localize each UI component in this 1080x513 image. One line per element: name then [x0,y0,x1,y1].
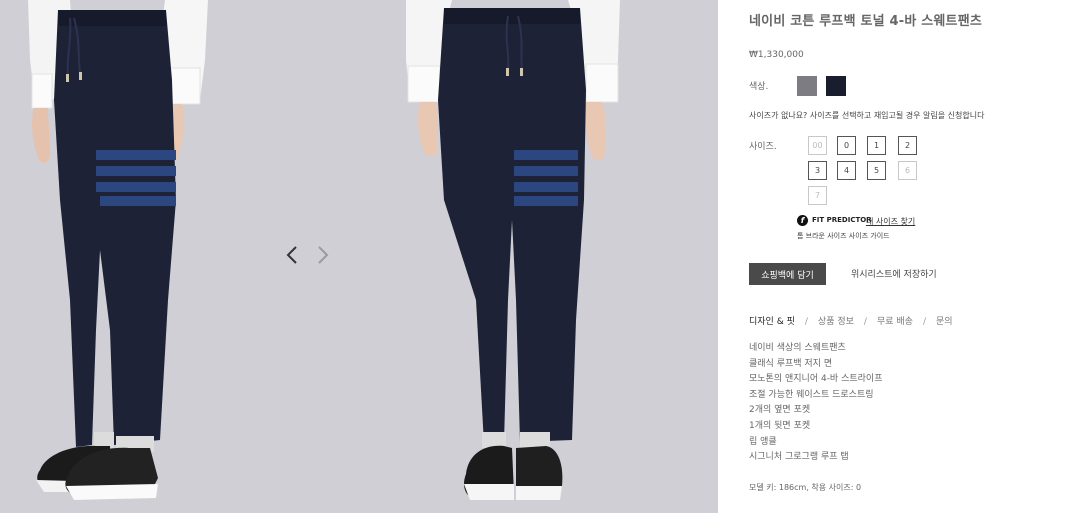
product-image-side [28,0,208,500]
size-guide-link[interactable]: 톰 브라운 사이즈 사이즈 가이드 [797,231,890,241]
size-label: 사이즈. [749,142,777,152]
detail-item: 조절 가능한 웨이스트 드로스트링 [749,389,874,400]
size-option-4[interactable]: 4 [837,161,856,180]
product-gallery [0,0,718,513]
tab-separator: / [863,317,867,327]
detail-item: 립 앵클 [749,436,777,447]
size-option-5[interactable]: 5 [867,161,886,180]
detail-item: 네이비 색상의 스웨트팬츠 [749,343,846,353]
size-option-00[interactable]: 00 [808,136,827,155]
fit-predictor-icon: f [797,215,808,226]
detail-tabs: 디자인 & 핏 / 상품 정보 / 무료 배송 / 문의 [749,314,953,327]
size-restock-notice: 사이즈가 없나요? 사이즈를 선택하고 재입고될 경우 알림을 신청합니다 [749,111,985,120]
product-title: 네이비 코튼 루프백 토널 4-바 스웨트팬츠 [749,14,983,29]
tab-design-fit[interactable]: 디자인 & 핏 [749,317,795,327]
size-option-2[interactable]: 2 [898,136,917,155]
detail-item: 클래식 루프백 저지 면 [749,358,833,369]
tab-free-shipping[interactable]: 무료 배송 [877,317,913,327]
add-to-bag-button[interactable]: 쇼핑백에 담기 [749,263,826,285]
size-option-3[interactable]: 3 [808,161,827,180]
size-option-1[interactable]: 1 [867,136,886,155]
size-option-6[interactable]: 6 [898,161,917,180]
color-label: 색상. [749,82,769,92]
detail-item: 시그니처 그로그랭 루프 탭 [749,452,849,463]
size-option-7[interactable]: 7 [808,186,827,205]
color-swatch-navy[interactable] [826,76,846,96]
save-to-wishlist-button[interactable]: 위시리스트에 저장하기 [851,267,937,280]
tab-product-info[interactable]: 상품 정보 [818,317,854,327]
product-image-front [406,0,620,500]
color-swatch-grey[interactable] [797,76,817,96]
product-details-list: 네이비 색상의 스웨트팬츠 클래식 루프백 저지 면 모노톤의 앤지니어 4-바… [749,341,882,466]
model-info: 모델 키: 186cm, 착용 사이즈: 0 [749,483,862,492]
detail-item: 모노톤의 앤지니어 4-바 스트라이프 [749,374,883,385]
fit-predictor-label: FIT PREDICTOR [812,216,872,224]
find-my-size-link[interactable]: 내 사이즈 찾기 [866,216,915,227]
size-option-0[interactable]: 0 [837,136,856,155]
product-info-panel: 네이비 코튼 루프백 토널 4-바 스웨트팬츠 ₩1,330,000 색상. 사… [718,0,1080,513]
tab-separator: / [804,317,808,327]
chevron-left-icon[interactable] [283,244,303,266]
tab-inquiry[interactable]: 문의 [936,317,953,327]
chevron-right-icon[interactable] [312,244,332,266]
product-price: ₩1,330,000 [749,50,804,60]
tab-separator: / [922,317,926,327]
detail-item: 1개의 뒷면 포켓 [749,420,811,431]
detail-item: 2개의 옆면 포켓 [749,405,811,416]
